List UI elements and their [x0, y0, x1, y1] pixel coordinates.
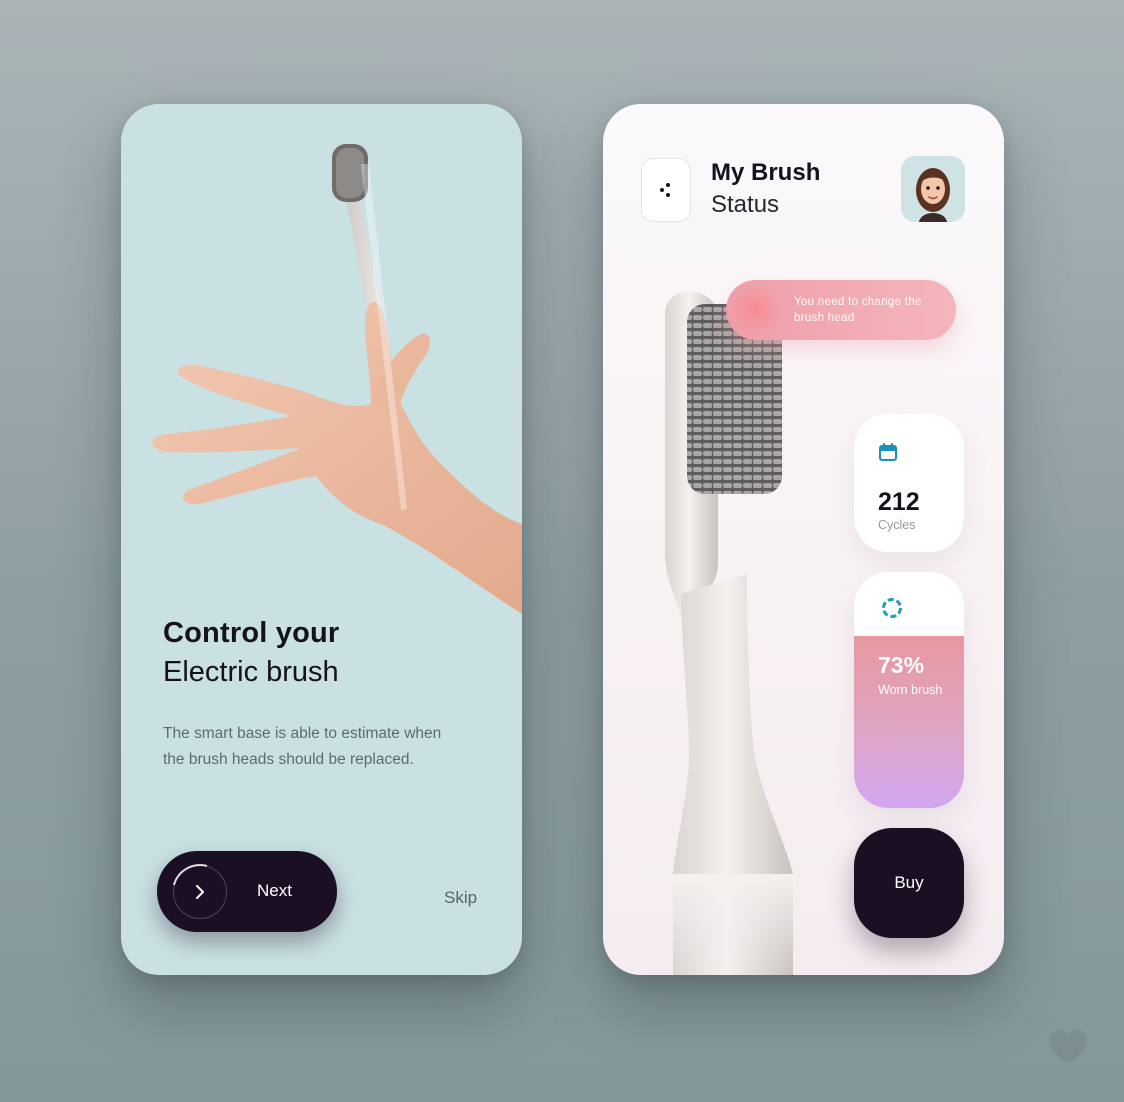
chevron-right-icon — [196, 885, 204, 899]
progress-ring — [173, 865, 227, 919]
brush-status-screen: My Brush Status You need to change the b… — [603, 104, 1004, 975]
worn-brush-card: 73% Worn brush — [854, 572, 964, 808]
alert-change-brush-head[interactable]: You need to change the brush head — [726, 280, 956, 340]
menu-dots-icon — [660, 183, 670, 197]
title-light-text: Status — [711, 191, 780, 218]
worn-value: 73% — [878, 652, 925, 678]
cycles-label: Cycles — [878, 518, 916, 532]
next-label: Next — [257, 881, 292, 900]
avatar[interactable] — [901, 156, 965, 222]
alert-indicator — [730, 284, 782, 336]
progress-ring-icon — [882, 598, 902, 618]
onboarding-screen: Control your Electric brush The smart ba… — [121, 104, 522, 975]
cycles-card: 212 Cycles — [854, 414, 964, 552]
headline-bold-text: Control your — [163, 617, 340, 649]
alert-text: You need to change the brush head — [794, 296, 922, 324]
worn-label: Worn brush — [878, 683, 943, 697]
cycles-value: 212 — [878, 488, 920, 516]
toothbrush-image — [665, 291, 795, 975]
user-avatar-image — [916, 168, 950, 222]
page-title: My Brush Status — [711, 157, 820, 221]
title-bold-text: My Brush — [711, 159, 821, 186]
skip-link[interactable]: Skip — [444, 888, 477, 908]
calendar-icon — [879, 443, 897, 461]
page-title: Control your Electric brush — [163, 614, 339, 692]
buy-button[interactable]: Buy — [854, 828, 964, 938]
headline-light-text: Electric brush — [163, 656, 339, 688]
description-text: The smart base is able to estimate when … — [163, 725, 442, 768]
menu-button[interactable] — [641, 158, 691, 222]
next-button[interactable]: Next — [157, 851, 337, 932]
heart-icon[interactable] — [1047, 1028, 1089, 1066]
hand-holding-toothbrush-image — [152, 144, 522, 614]
